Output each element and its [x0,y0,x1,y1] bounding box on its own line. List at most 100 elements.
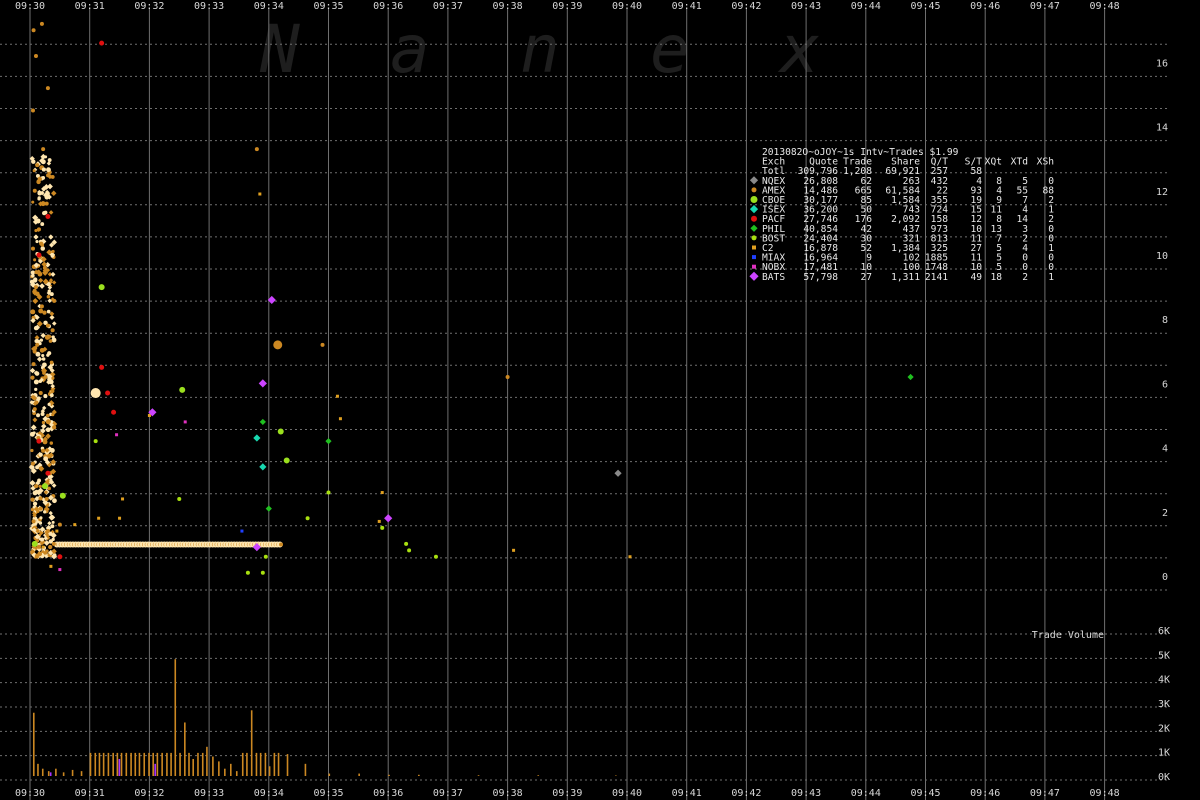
volume-bar [156,752,159,776]
scatter-point-cluster [37,196,41,200]
scatter-point-cluster [45,413,50,418]
scatter-point-cluster [48,544,53,550]
x-tick-label-bottom: 09:46 [970,788,1000,799]
scatter-point [254,147,259,152]
volume-tick-label: 3K [1158,699,1170,710]
scatter-point [380,491,384,495]
scatter-point [45,213,51,219]
scatter-point [98,284,105,291]
scatter-point-cluster [42,362,47,368]
y-tick-label: 12 [1156,187,1168,198]
volume-tick-label: 4K [1158,675,1170,686]
scatter-point-cluster [43,510,47,514]
volume-bar [328,773,331,776]
scatter-point-cluster [32,169,36,173]
volume-bar [246,752,248,776]
legend-marker [751,187,757,193]
scatter-point-cluster [30,497,35,502]
scatter-point-cluster [40,537,45,542]
legend-row-cell: 57,798 [803,272,838,283]
volume-bar [116,752,119,776]
scatter-point-cluster [29,431,35,437]
scatter-point-cluster [39,338,44,342]
x-tick-label-top: 09:34 [254,1,284,12]
scatter-point-cluster [41,353,45,358]
scatter-point-cluster [31,159,36,164]
scatter-point-cluster [45,427,51,433]
scatter-point-band [279,542,284,547]
legend-row-cell: 2 [1022,272,1028,283]
legend-marker [750,196,758,203]
x-tick-label-bottom: 09:31 [75,788,105,799]
scatter-point [30,461,35,466]
scatter-point [118,516,122,520]
scatter-point-cluster [37,176,42,182]
scatter-point-cluster [40,246,45,251]
scatter-point [258,192,262,196]
x-tick-label-bottom: 09:32 [134,788,164,799]
volume-bar [201,752,204,776]
volume-bar [152,752,154,776]
volume-bar [255,752,258,776]
volume-bar-accent [49,772,52,776]
scatter-point [31,362,36,367]
volume-bar [388,774,390,776]
scatter-point-cluster [41,167,46,172]
scatter-point-cluster [30,375,35,380]
scatter-point [245,570,250,575]
volume-bar [286,754,289,776]
scatter-point [57,522,62,527]
volume-bar [174,659,177,776]
scatter-point [505,374,510,379]
scatter-point-cluster [33,379,39,385]
legend-marker [752,264,756,269]
scatter-point [35,163,40,168]
volume-bar [184,722,186,776]
scatter-point [57,554,63,560]
scatter-point [43,374,48,379]
scatter-point [45,419,50,424]
watermark-letter: x [777,11,820,88]
scatter-point [407,548,412,553]
volume-bar [188,752,190,776]
scatter-point [44,496,49,501]
volume-bar [98,752,101,776]
legend-marker [752,245,756,250]
scatter-point-large [90,388,101,399]
volume-bar [107,752,110,776]
scatter-point [30,246,35,251]
legend-row-cell: 18 [990,272,1002,283]
legend-header-cell: XSh [1037,157,1054,168]
scatter-point-cluster [49,393,54,398]
scatter-point [30,108,35,113]
scatter-point [179,386,186,393]
scatter-point [628,555,632,559]
scatter-point [35,342,40,347]
x-tick-label-bottom: 09:36 [373,788,403,799]
volume-bar [102,752,105,776]
scatter-point [97,516,101,520]
scatter-point [55,529,59,533]
scatter-point-cluster [38,496,43,501]
scatter-point-cluster [34,400,39,405]
scatter-point-cluster [52,425,57,430]
legend-row-cell: 27 [860,272,872,283]
scatter-point [320,342,325,347]
x-tick-label-bottom: 09:34 [254,788,284,799]
x-tick-label-top: 09:43 [791,1,821,12]
scatter-point [59,492,66,499]
volume-bar-accent [118,758,121,776]
scatter-point [111,409,117,415]
y-tick-label: 0 [1162,572,1168,583]
scatter-point-cluster [52,498,57,504]
volume-bar [418,774,420,776]
x-tick-label-bottom: 09:39 [552,788,582,799]
volume-bar [112,752,114,776]
scatter-point [260,570,265,575]
scatter-point [305,516,310,521]
legend-marker [751,215,757,222]
x-tick-label-bottom: 09:41 [672,788,702,799]
scatter-point-cluster [38,452,43,457]
volume-tick-label: 0K [1158,772,1170,783]
x-tick-label-bottom: 09:37 [433,788,463,799]
